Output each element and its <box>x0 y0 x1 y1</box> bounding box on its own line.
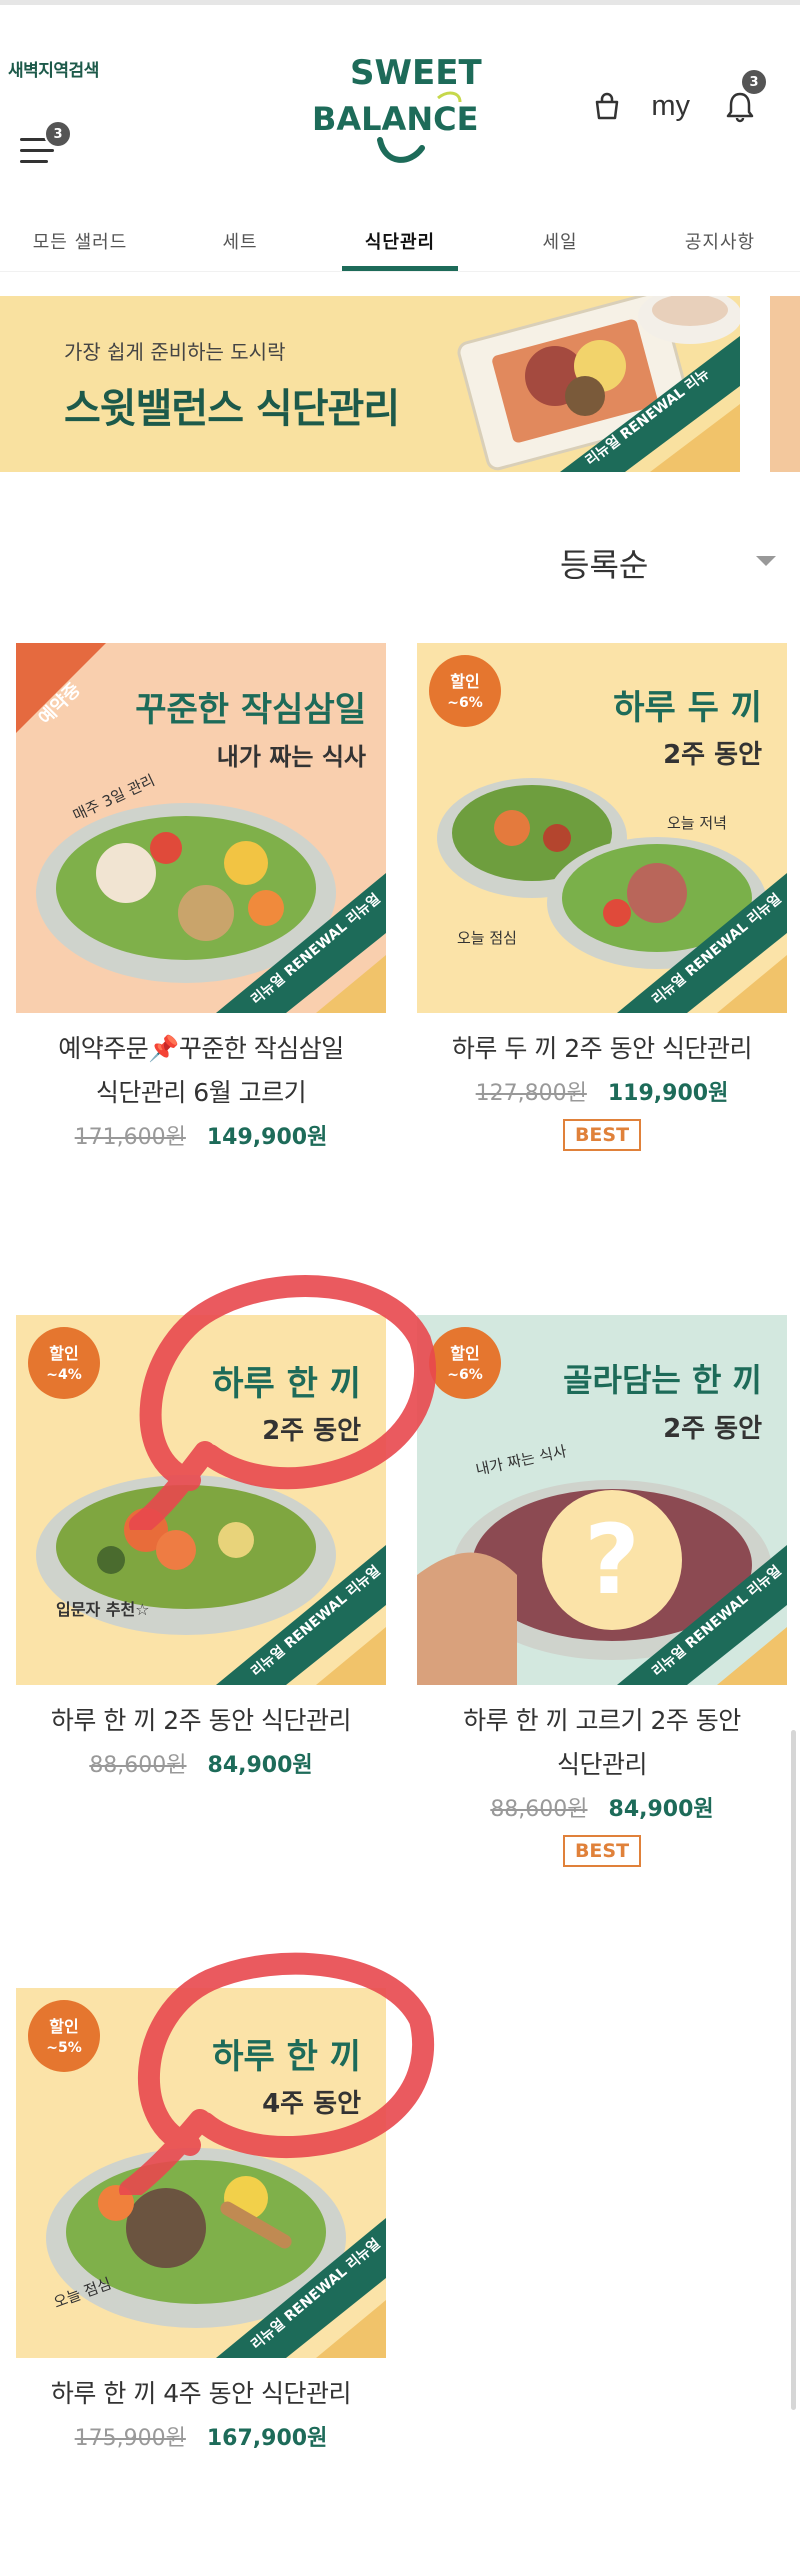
tab-all-salads[interactable]: 모든 샐러드 <box>0 220 160 271</box>
price-row: 127,800원 119,900원 <box>417 1075 787 1107</box>
original-price: 127,800원 <box>475 1081 587 1106</box>
menu-button[interactable]: 3 <box>20 120 72 168</box>
product-image[interactable]: 할인 ~4% 하루 한 끼 2주 동안 입문자 추천☆ 리뉴얼 RENEWAL … <box>16 1315 386 1685</box>
tab-sets[interactable]: 세트 <box>160 220 320 271</box>
discount-tag: 할인 <box>450 1344 479 1363</box>
sale-price: 84,900원 <box>608 1797 714 1822</box>
image-subtitle: 2주 동안 <box>663 1414 762 1444</box>
next-banner-peek[interactable] <box>770 296 800 472</box>
product-image[interactable]: 예약중 꾸준한 작심삼일 내가 짜는 식사 매주 3일 관리 리뉴얼 RENEW… <box>16 643 386 1013</box>
sweet-balance-logo: SWEET BALANCE <box>312 53 482 163</box>
image-subtitle: 2주 동안 <box>262 1416 361 1446</box>
sort-selected-label: 등록순 <box>560 546 649 584</box>
price-row: 88,600원 84,900원 <box>16 1747 386 1779</box>
tab-sale[interactable]: 세일 <box>480 220 640 271</box>
salad-image: 할인 ~6% 하루 두 끼 2주 동안 오늘 저녁 오늘 점심 리뉴얼 RENE… <box>417 643 787 1013</box>
image-subtitle: 내가 짜는 식사 <box>217 743 366 771</box>
region-search-link[interactable]: 새벽지역검색 <box>8 56 99 81</box>
status-bar-strip <box>0 0 800 5</box>
menu-badge: 3 <box>44 120 72 148</box>
price-row: 175,900원 167,900원 <box>16 2420 386 2452</box>
tab-diet-plan[interactable]: 식단관리 <box>320 220 480 271</box>
banner-subtitle: 가장 쉽게 준비하는 도시락 <box>64 340 286 364</box>
discount-tag-rate: ~4% <box>46 1367 82 1383</box>
product-card[interactable]: 예약중 꾸준한 작심삼일 내가 짜는 식사 매주 3일 관리 리뉴얼 RENEW… <box>16 643 386 1151</box>
image-title: 꾸준한 작심삼일 <box>135 690 366 730</box>
discount-tag-rate: ~6% <box>447 695 483 711</box>
product-name[interactable]: 하루 한 끼 4주 동안 식단관리 <box>16 2372 386 2416</box>
product-name-line: 하루 한 끼 4주 동안 식단관리 <box>50 2379 352 2408</box>
image-title: 골라담는 한 끼 <box>563 1361 762 1399</box>
notification-badge: 3 <box>740 68 768 96</box>
product-name[interactable]: 하루 한 끼 고르기 2주 동안 식단관리 <box>417 1699 787 1787</box>
tab-notices[interactable]: 공지사항 <box>640 220 800 271</box>
product-name[interactable]: 하루 한 끼 2주 동안 식단관리 <box>16 1699 386 1743</box>
image-title: 하루 한 끼 <box>212 1364 361 1404</box>
price-row: 88,600원 84,900원 <box>417 1791 787 1823</box>
image-note: 입문자 추천☆ <box>56 1600 150 1619</box>
image-subtitle: 4주 동안 <box>262 2089 361 2119</box>
notification-button[interactable]: 3 <box>720 68 768 126</box>
discount-tag: 할인 <box>49 2017 78 2036</box>
image-note-dinner: 오늘 저녁 <box>667 814 727 832</box>
original-price: 88,600원 <box>89 1753 187 1778</box>
image-title: 하루 한 끼 <box>212 2037 361 2077</box>
chevron-down-icon <box>756 556 776 566</box>
price-row: 171,600원 149,900원 <box>16 1119 386 1151</box>
product-name-line: 하루 한 끼 고르기 2주 동안 <box>463 1706 741 1735</box>
sale-price: 167,900원 <box>206 2426 328 2451</box>
salad-image: 할인 ~5% 하루 한 끼 4주 동안 오늘 점심 리뉴얼 RENEWAL 리뉴… <box>16 1988 386 2358</box>
question-mark-icon: ? <box>584 1504 640 1616</box>
best-badge: BEST <box>563 1119 641 1151</box>
salad-image: 할인 ~6% 골라담는 한 끼 2주 동안 ? 내가 짜는 식사 리뉴얼 REN… <box>417 1315 787 1685</box>
product-image[interactable]: 할인 ~6% 골라담는 한 끼 2주 동안 ? 내가 짜는 식사 리뉴얼 REN… <box>417 1315 787 1685</box>
product-name[interactable]: 예약주문📌꾸준한 작심삼일 식단관리 6월 고르기 <box>16 1027 386 1115</box>
discount-tag: 할인 <box>49 1344 78 1363</box>
menu-icon-line <box>20 149 54 152</box>
image-subtitle: 2주 동안 <box>663 740 762 770</box>
product-card[interactable]: 할인 ~6% 골라담는 한 끼 2주 동안 ? 내가 짜는 식사 리뉴얼 REN… <box>417 1315 787 1867</box>
shopping-bag-icon <box>596 92 619 120</box>
salad-image: 예약중 꾸준한 작심삼일 내가 짜는 식사 매주 3일 관리 리뉴얼 RENEW… <box>16 643 386 1013</box>
sale-price: 149,900원 <box>206 1125 328 1150</box>
product-card[interactable]: 할인 ~6% 하루 두 끼 2주 동안 오늘 저녁 오늘 점심 리뉴얼 RENE… <box>417 643 787 1151</box>
discount-tag-rate: ~5% <box>46 2040 82 2056</box>
menu-icon-line <box>20 160 48 163</box>
product-name-line: 식단관리 <box>556 1750 648 1779</box>
product-name[interactable]: 하루 두 끼 2주 동안 식단관리 <box>417 1027 787 1071</box>
image-note-lunch: 오늘 점심 <box>457 929 517 947</box>
scrollbar[interactable] <box>791 1730 796 2410</box>
header-actions: my 3 <box>587 68 768 126</box>
logo-text-top: SWEET <box>350 53 482 93</box>
category-tabs: 모든 샐러드 세트 식단관리 세일 공지사항 <box>0 220 800 272</box>
cart-button[interactable] <box>587 86 627 126</box>
banner-title: 스윗밸런스 식단관리 <box>64 386 400 432</box>
brand-logo[interactable]: SWEET BALANCE <box>310 40 490 170</box>
sale-price: 119,900원 <box>607 1081 729 1106</box>
original-price: 175,900원 <box>74 2426 186 2451</box>
discount-tag: 할인 <box>450 672 479 691</box>
product-name-line: 식단관리 6월 고르기 <box>95 1078 307 1107</box>
product-name-line: 예약주문📌꾸준한 작심삼일 <box>58 1034 344 1063</box>
product-name-line: 하루 한 끼 2주 동안 식단관리 <box>50 1706 352 1735</box>
sale-price: 84,900원 <box>207 1753 313 1778</box>
discount-tag-rate: ~6% <box>447 1367 483 1383</box>
product-image[interactable]: 할인 ~6% 하루 두 끼 2주 동안 오늘 저녁 오늘 점심 리뉴얼 RENE… <box>417 643 787 1013</box>
product-image[interactable]: 할인 ~5% 하루 한 끼 4주 동안 오늘 점심 리뉴얼 RENEWAL 리뉴… <box>16 1988 386 2358</box>
image-title: 하루 두 끼 <box>613 688 762 728</box>
logo-text-bottom: BALANCE <box>312 100 478 138</box>
original-price: 88,600원 <box>490 1797 588 1822</box>
my-page-link[interactable]: my <box>651 90 690 123</box>
product-card[interactable]: 할인 ~4% 하루 한 끼 2주 동안 입문자 추천☆ 리뉴얼 RENEWAL … <box>16 1315 386 1779</box>
product-card[interactable]: 할인 ~5% 하루 한 끼 4주 동안 오늘 점심 리뉴얼 RENEWAL 리뉴… <box>16 1988 386 2452</box>
sort-dropdown[interactable]: 등록순 <box>560 540 780 586</box>
salad-image: 할인 ~4% 하루 한 끼 2주 동안 입문자 추천☆ 리뉴얼 RENEWAL … <box>16 1315 386 1685</box>
original-price: 171,600원 <box>74 1125 186 1150</box>
best-badge: BEST <box>563 1835 641 1867</box>
product-name-line: 하루 두 끼 2주 동안 식단관리 <box>451 1034 753 1063</box>
